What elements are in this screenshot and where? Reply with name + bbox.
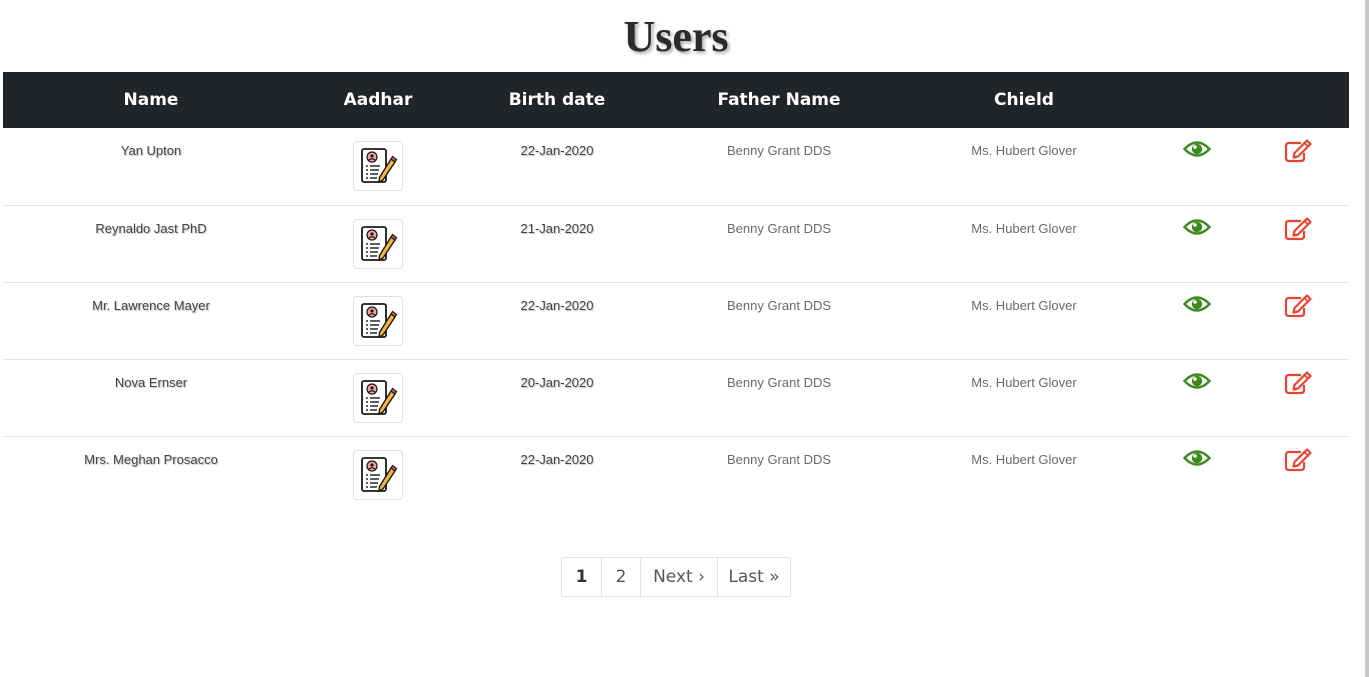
cell-father-name: Benny Grant DDS (726, 451, 832, 467)
cell-birth-date: 22-Jan-2020 (457, 128, 657, 206)
cell-aadhar (299, 359, 457, 437)
page-link-next[interactable]: Next › (640, 558, 717, 596)
table-row: Mr. Lawrence Mayer 22-Jan-2020 Benny Gra… (3, 282, 1349, 360)
table-row: Reynaldo Jast PhD 21-Jan-2020 Benny Gran… (3, 205, 1349, 283)
pagination: 1 2 Next › Last » (561, 557, 791, 597)
page-link-last[interactable]: Last » (717, 558, 790, 596)
eye-icon (1183, 218, 1211, 235)
cell-view (1147, 205, 1247, 283)
cell-view (1147, 436, 1247, 513)
page-scrollbar[interactable] (1365, 0, 1369, 677)
column-header-name: Name (3, 72, 299, 128)
view-button[interactable] (1183, 139, 1211, 159)
view-button[interactable] (1183, 448, 1211, 468)
column-header-aadhar: Aadhar (299, 72, 457, 128)
page-link-1[interactable]: 1 (562, 558, 601, 596)
eye-icon (1183, 295, 1211, 312)
cell-aadhar (299, 436, 457, 513)
cell-name: Reynaldo Jast PhD (3, 205, 299, 283)
document-edit-icon (361, 302, 398, 338)
cell-birth-date: 20-Jan-2020 (457, 359, 657, 437)
cell-view (1147, 359, 1247, 437)
edit-icon (1284, 370, 1312, 394)
page-link-2[interactable]: 2 (601, 558, 640, 596)
cell-edit (1247, 436, 1349, 513)
cell-birth-date: 22-Jan-2020 (520, 451, 594, 467)
page-title: Users (623, 12, 729, 61)
edit-button[interactable] (1284, 216, 1312, 241)
cell-child: Ms. Hubert Glover (971, 451, 1077, 467)
cell-view (1147, 128, 1247, 206)
edit-button[interactable] (1284, 447, 1312, 472)
document-edit-icon (361, 456, 398, 492)
cell-edit (1247, 282, 1349, 360)
cell-name: Mr. Lawrence Mayer (3, 282, 299, 360)
column-header-edit (1247, 72, 1349, 128)
edit-button[interactable] (1284, 139, 1312, 163)
table-body: Yan Upton 22-Jan-2020 Benny Grant DDS Ms… (3, 128, 1349, 513)
cell-aadhar (299, 128, 457, 206)
cell-child: Ms. Hubert Glover (901, 359, 1147, 437)
cell-edit (1247, 359, 1349, 437)
eye-icon (1183, 372, 1211, 389)
document-edit-icon (361, 379, 398, 415)
cell-edit (1247, 128, 1349, 206)
aadhar-document-thumbnail[interactable] (353, 372, 403, 423)
cell-edit (1247, 205, 1349, 283)
cell-birth-date: 21-Jan-2020 (457, 205, 657, 283)
cell-name: Mrs. Meghan Prosacco (84, 451, 218, 467)
eye-icon (1183, 449, 1211, 466)
view-button[interactable] (1183, 371, 1211, 391)
edit-icon (1284, 293, 1312, 317)
aadhar-document-thumbnail[interactable] (353, 141, 403, 191)
edit-button[interactable] (1284, 293, 1312, 318)
column-header-father-name: Father Name (657, 72, 901, 128)
table-header: Name Aadhar Birth date Father Name Chiel… (3, 72, 1349, 128)
edit-icon (1284, 216, 1312, 240)
cell-father-name: Benny Grant DDS (657, 128, 901, 206)
view-button[interactable] (1183, 294, 1211, 314)
cell-birth-date: 22-Jan-2020 (457, 282, 657, 360)
cell-name: Yan Upton (3, 128, 299, 206)
edit-button[interactable] (1284, 370, 1312, 395)
cell-aadhar (299, 205, 457, 283)
eye-icon (1183, 141, 1211, 157)
aadhar-document-thumbnail[interactable] (353, 218, 403, 269)
users-table: Name Aadhar Birth date Father Name Chiel… (3, 72, 1349, 513)
cell-father-name: Benny Grant DDS (657, 205, 901, 283)
aadhar-document-thumbnail[interactable] (353, 449, 403, 500)
cell-child: Ms. Hubert Glover (901, 205, 1147, 283)
cell-view (1147, 282, 1247, 360)
column-header-birth-date: Birth date (457, 72, 657, 128)
cell-name: Nova Ernser (3, 359, 299, 437)
cell-child: Ms. Hubert Glover (901, 128, 1147, 206)
aadhar-document-thumbnail[interactable] (353, 295, 403, 346)
edit-icon (1284, 447, 1312, 471)
column-header-view (1147, 72, 1247, 128)
view-button[interactable] (1183, 217, 1211, 237)
table-row: Nova Ernser 20-Jan-2020 Benny Grant DDS … (3, 359, 1349, 437)
cell-child: Ms. Hubert Glover (901, 282, 1147, 360)
column-header-child: Chield (901, 72, 1147, 128)
document-edit-icon (361, 148, 398, 184)
cell-father-name: Benny Grant DDS (657, 282, 901, 360)
table-row: Mrs. Meghan Prosacco 22-Jan-2020 Benny G… (3, 436, 1349, 513)
edit-icon (1284, 139, 1312, 163)
cell-father-name: Benny Grant DDS (657, 359, 901, 437)
document-edit-icon (361, 225, 398, 261)
table-row: Yan Upton 22-Jan-2020 Benny Grant DDS Ms… (3, 128, 1349, 206)
cell-aadhar (299, 282, 457, 360)
